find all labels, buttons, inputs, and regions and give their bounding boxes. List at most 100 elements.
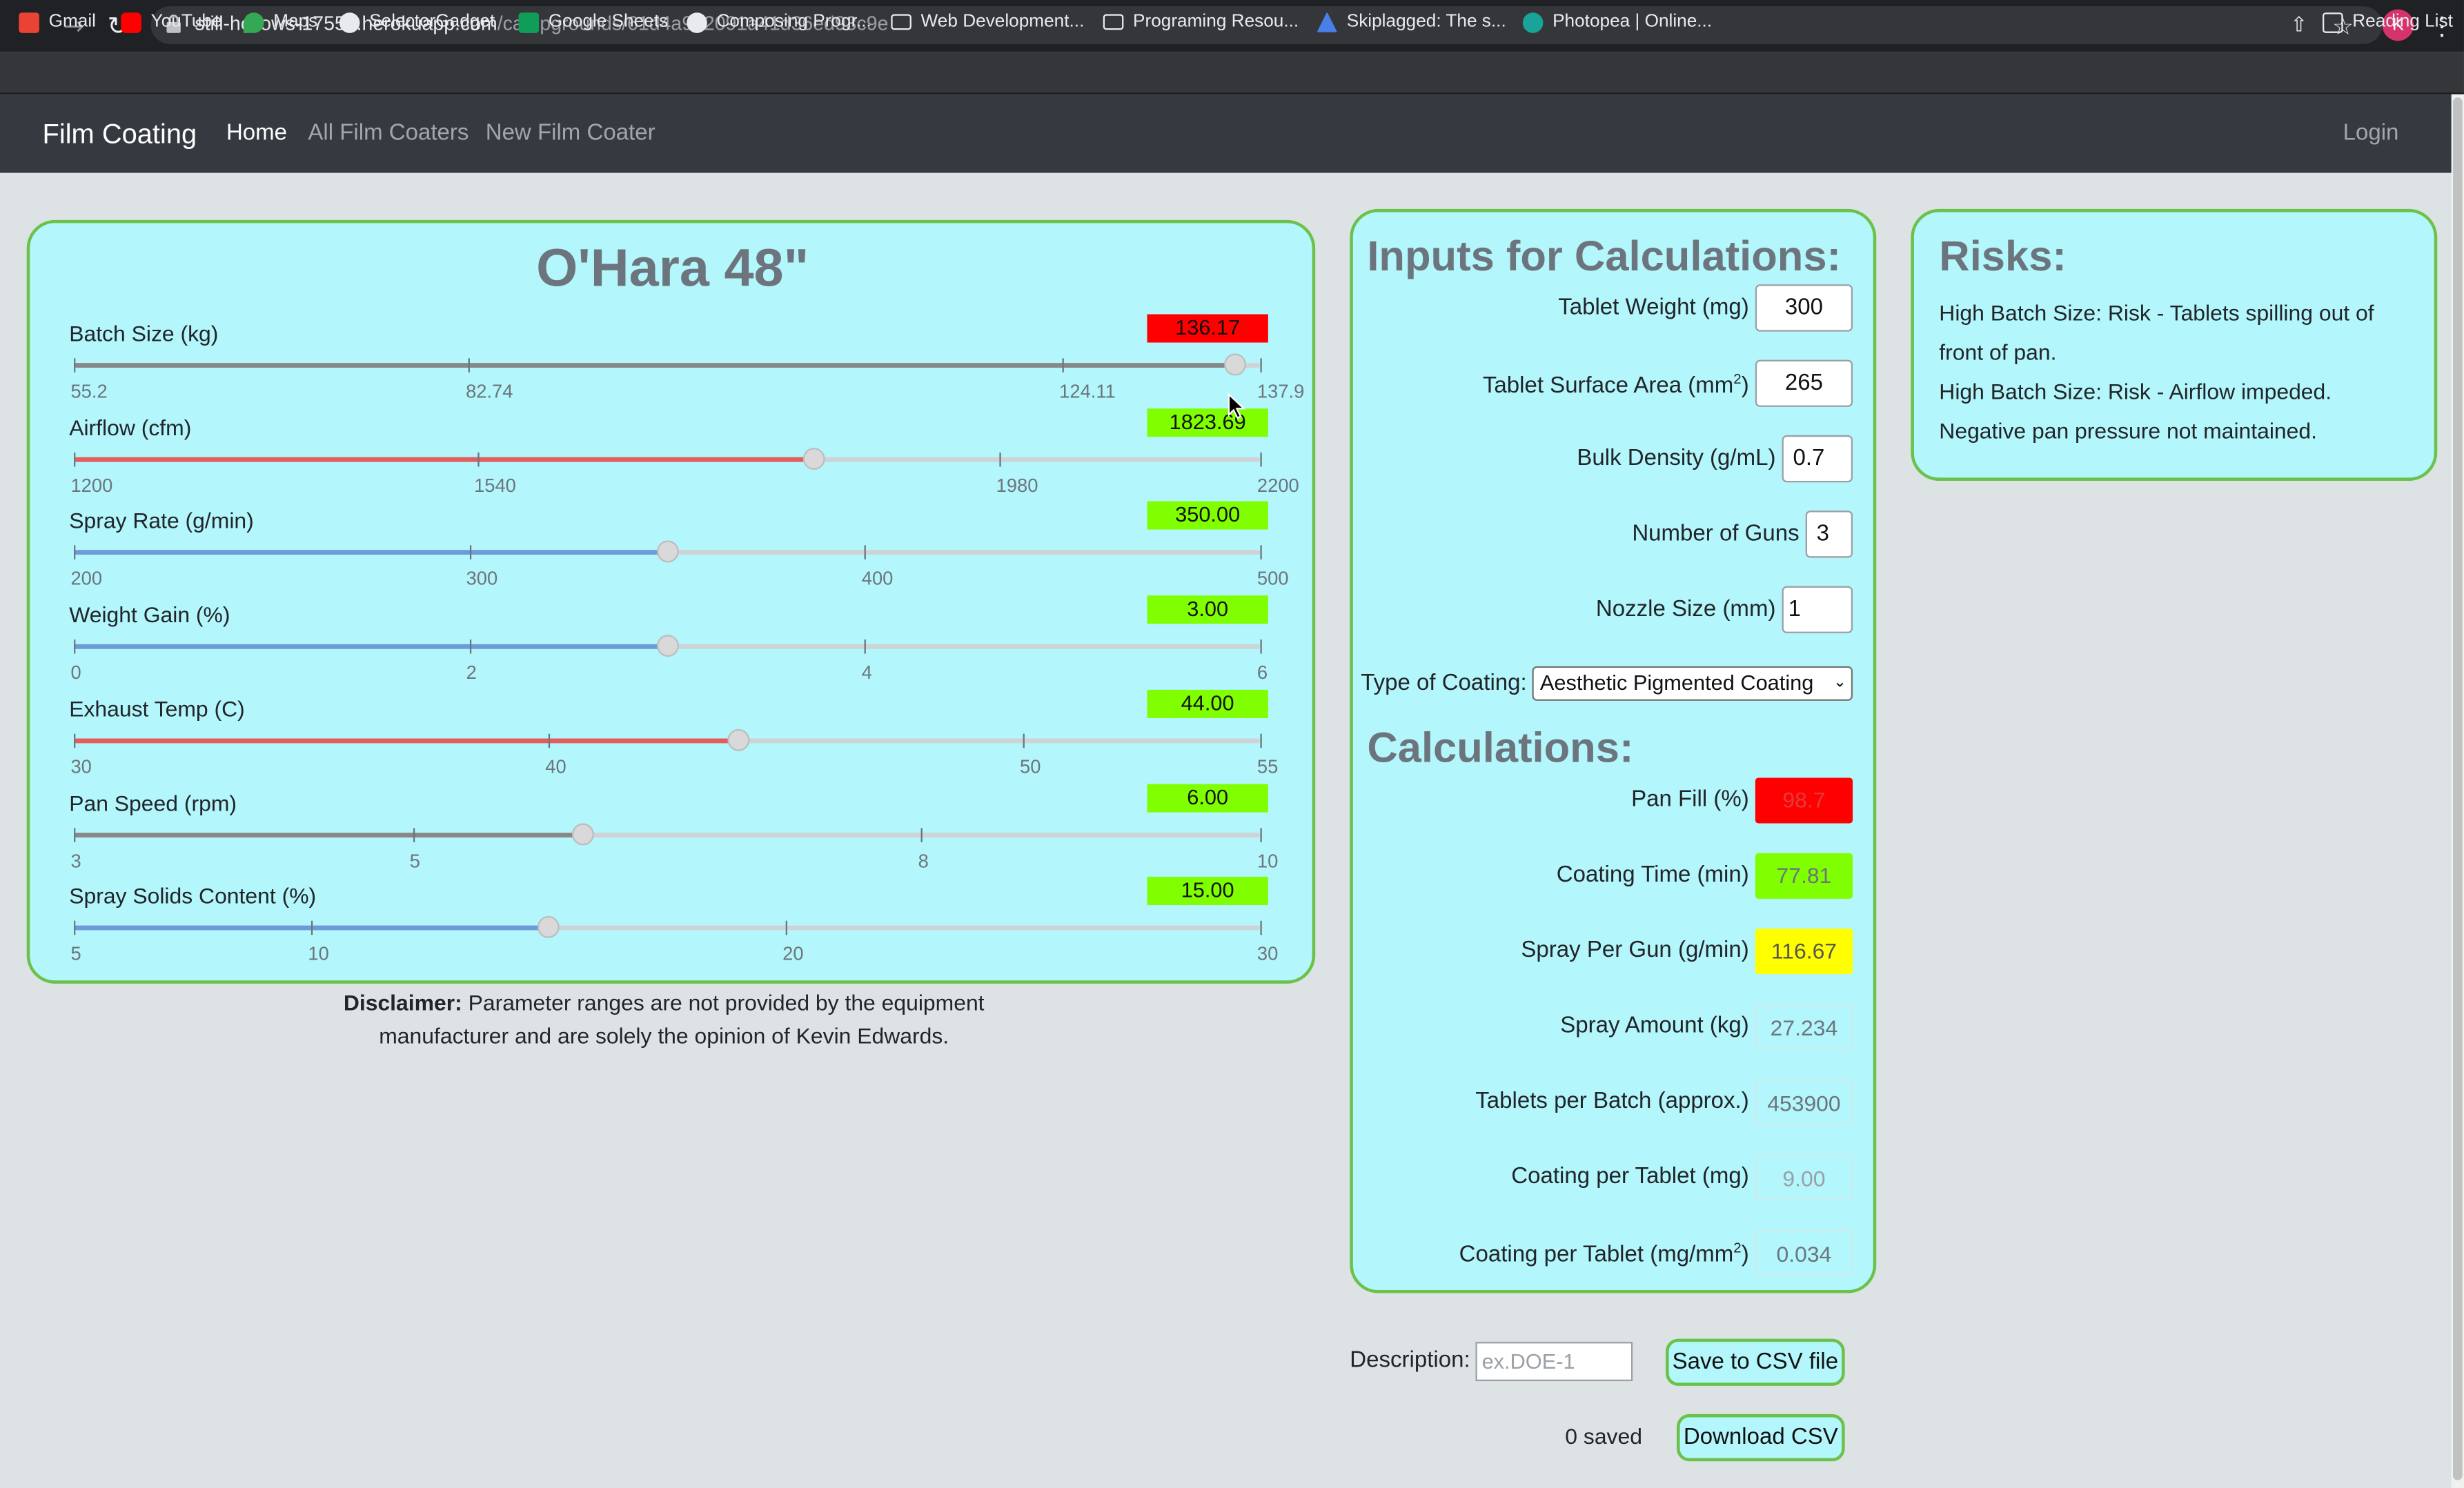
slider-label: Pan Speed (rpm) — [69, 789, 237, 815]
slider-tick — [74, 827, 76, 842]
slider-track[interactable] — [74, 363, 1261, 368]
slider-tick-label: 3 — [70, 849, 81, 871]
slider-tick-label: 1980 — [996, 474, 1038, 497]
slider-tick — [999, 452, 1001, 466]
tablet-weight-label: Tablet Weight (mg) — [1558, 295, 1749, 321]
slider-tick-label: 30 — [1256, 943, 1279, 965]
bookmark-composing[interactable]: Composing Progr... — [687, 8, 871, 36]
bookmark-gmail[interactable]: Gmail — [19, 8, 96, 36]
youtube-icon — [121, 12, 141, 32]
slider-tick-label: 55 — [1256, 755, 1279, 777]
nozzle-input[interactable]: 1 — [1782, 586, 1853, 633]
bookmark-google-sheets[interactable]: Google Sheets — [518, 8, 668, 36]
slider-tick — [1260, 358, 1262, 373]
slider-tick-label: 30 — [70, 755, 92, 777]
slider-tick — [1260, 546, 1262, 560]
slider-tick — [921, 827, 923, 842]
reading-list-icon — [2322, 12, 2343, 32]
slider-label: Weight Gain (%) — [69, 602, 230, 628]
slider-tick-label: 40 — [545, 755, 566, 777]
spray-amount-value: 27.234 — [1755, 1004, 1853, 1050]
slider-tick — [1023, 733, 1025, 748]
risk-line: Negative pan pressure not maintained. — [1939, 417, 2317, 444]
nav-home[interactable]: Home — [226, 121, 287, 146]
slider-tick-label: 4 — [861, 662, 872, 684]
bookmark-programming[interactable]: Programing Resou... — [1103, 8, 1299, 36]
slider-value-badge: 44.00 — [1147, 689, 1268, 718]
reading-list[interactable]: Reading List — [2322, 8, 2453, 36]
slider-value-badge: 15.00 — [1147, 877, 1268, 906]
maps-icon — [243, 12, 264, 32]
slider-fill — [74, 363, 1236, 368]
bookmark-web-dev[interactable]: Web Development... — [891, 8, 1084, 36]
slider-tick-label: 300 — [466, 568, 498, 591]
scrollbar-thumb[interactable] — [2453, 97, 2463, 1480]
tablets-value: 453900 — [1755, 1079, 1853, 1125]
slider-fill — [74, 457, 814, 462]
slider-tick — [548, 733, 551, 748]
slider-value-badge: 3.00 — [1147, 595, 1268, 624]
slider-handle[interactable] — [727, 728, 749, 751]
slider-tick — [74, 921, 76, 935]
folder-icon — [891, 14, 911, 30]
slider-fill — [74, 738, 738, 743]
slider-track[interactable] — [74, 738, 1261, 743]
slider-tick-label: 20 — [782, 943, 804, 965]
slider-tick — [74, 546, 76, 560]
risk-line: High Batch Size: Risk - Tablets spilling… — [1939, 300, 2374, 326]
slider-tick-label: 50 — [1020, 755, 1041, 777]
slider-tick — [74, 358, 76, 373]
slider-tick-label: 5 — [409, 849, 420, 871]
slider-label: Batch Size (kg) — [69, 320, 219, 346]
globe-icon — [687, 12, 707, 32]
slider-track[interactable] — [74, 925, 1261, 931]
download-csv-button[interactable]: Download CSV — [1676, 1413, 1845, 1462]
nav-login[interactable]: Login — [2343, 121, 2399, 146]
bookmark-skiplagged[interactable]: Skiplagged: The s... — [1317, 8, 1506, 36]
saved-count: 0 saved — [1565, 1423, 1642, 1449]
slider-track[interactable] — [74, 457, 1261, 462]
share-icon[interactable]: ⇧ — [2282, 10, 2316, 44]
description-label: Description: — [1350, 1348, 1470, 1373]
coating-type-select[interactable]: Aesthetic Pigmented Coating ⌄ — [1532, 666, 1853, 701]
slider-fill — [74, 832, 582, 837]
slider-track[interactable] — [74, 832, 1261, 837]
bookmark-youtube[interactable]: YouTube — [121, 8, 222, 36]
slider-tick-label: 124.11 — [1059, 380, 1116, 403]
slider-tick-label: 400 — [861, 568, 894, 591]
brand-link[interactable]: Film Coating — [42, 118, 197, 151]
coating-mg-label: Coating per Tablet (mg) — [1511, 1164, 1749, 1190]
folder-icon — [1103, 14, 1124, 30]
description-input[interactable]: ex.DOE-1 — [1475, 1342, 1633, 1382]
slider-fill — [74, 644, 667, 649]
nav-all-film-coaters[interactable]: All Film Coaters — [308, 121, 469, 146]
slider-tick — [865, 639, 867, 654]
slider-handle[interactable] — [571, 822, 593, 845]
coating-time-value: 77.81 — [1755, 853, 1853, 899]
coating-mg-value: 9.00 — [1755, 1155, 1853, 1201]
bulk-density-input[interactable]: 0.7 — [1782, 435, 1853, 483]
slider-tick — [1260, 733, 1262, 748]
slider-tick — [1260, 639, 1262, 654]
bookmark-selectorgadget[interactable]: SelectorGadget — [339, 8, 495, 36]
slider-label: Airflow (cfm) — [69, 414, 192, 440]
pan-fill-value: 98.7 — [1755, 777, 1853, 824]
guns-input[interactable]: 3 — [1805, 510, 1853, 558]
spray-amount-label: Spray Amount (kg) — [1560, 1013, 1749, 1039]
nozzle-label: Nozzle Size (mm) — [1595, 597, 1776, 622]
pan-fill-label: Pan Fill (%) — [1631, 787, 1749, 813]
bookmark-photopea[interactable]: Photopea | Online... — [1522, 8, 1712, 36]
slider-tick — [74, 733, 76, 748]
slider-handle[interactable] — [802, 447, 825, 470]
slider-tick-label: 6 — [1256, 662, 1268, 684]
slider-tick — [1260, 452, 1262, 466]
nav-new-film-coater[interactable]: New Film Coater — [486, 121, 656, 146]
surface-area-input[interactable]: 265 — [1755, 359, 1853, 407]
save-csv-button[interactable]: Save to CSV file — [1666, 1338, 1845, 1386]
tablet-weight-input[interactable]: 300 — [1755, 284, 1853, 332]
skiplagged-icon — [1317, 12, 1338, 32]
slider-tick-label: 2200 — [1256, 474, 1299, 497]
disclaimer: Disclaimer: Parameter ranges are not pro… — [343, 989, 985, 1049]
bookmark-maps[interactable]: Maps — [243, 8, 317, 36]
slider-value-badge: 136.17 — [1147, 314, 1268, 343]
